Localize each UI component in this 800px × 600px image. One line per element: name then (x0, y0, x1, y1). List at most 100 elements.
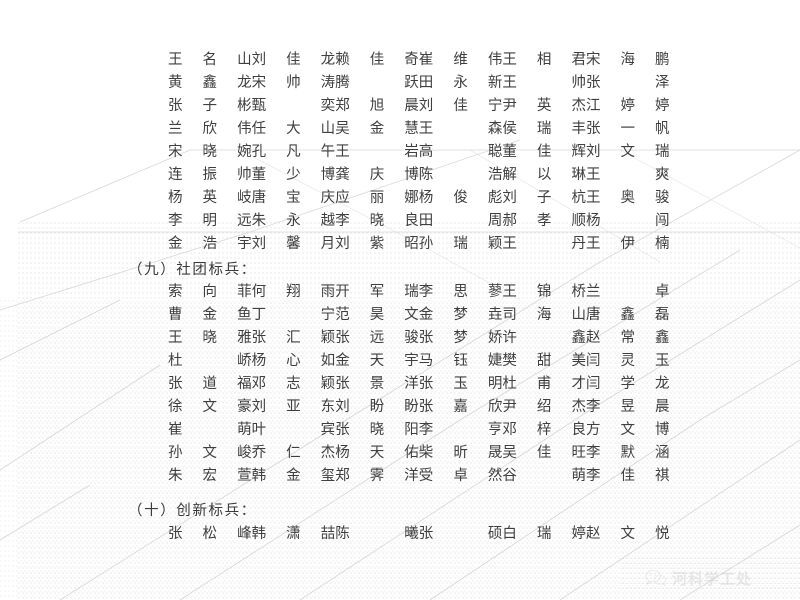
name-cell: 王丹 (502, 236, 586, 252)
name-cell: 闫灵玉 (585, 353, 670, 369)
name-cell: 曹金鱼 (168, 307, 252, 323)
name-cell: 郑霁洋 (335, 468, 419, 484)
table-row: 王晓雅 张汇颖 张远骏 张梦娇 许鑫 赵常鑫 (168, 326, 670, 347)
name-cell: 崔维伟 (418, 52, 503, 68)
name-cell: 方文博 (585, 422, 670, 438)
name-cell: 韩金玺 (251, 468, 336, 484)
name-cell: 孙文峻 (168, 445, 252, 461)
name-cell: 郑旭晨 (335, 98, 419, 114)
name-cell: 宋海鹏 (585, 52, 670, 68)
name-cell: 王奥骏 (585, 190, 670, 206)
name-cell: 韩潇喆 (251, 526, 336, 542)
name-cell: 刘文瑞 (585, 144, 670, 160)
name-cell: 孔凡午 (251, 144, 336, 160)
name-cell: 张硕 (418, 526, 503, 542)
name-cell: 司海山 (502, 307, 586, 323)
table-row: 崔萌 叶宾 张晓阳 李亨 邓梓良 方文博 (168, 418, 670, 439)
name-cell: 龚庆博 (335, 167, 419, 183)
name-cell: 张晓阳 (335, 422, 419, 438)
name-cell: 尹英杰 (502, 98, 586, 114)
name-cell: 金浩宇 (168, 236, 252, 252)
name-cell: 刘馨月 (251, 236, 336, 252)
name-cell: 邓梓良 (502, 422, 586, 438)
table-row: 黄鑫龙 宋帅涛 腾跃 田永新 王帅 张泽 (168, 71, 670, 92)
name-cell: 开军瑞 (335, 284, 419, 300)
name-cell: 张景洋 (335, 376, 419, 392)
name-cell: 谷萌 (502, 468, 586, 484)
section-heading-chuangxin: （十）创新标兵： (128, 503, 257, 519)
name-cell: 甄奕 (251, 98, 336, 114)
name-cell: 张梦娇 (418, 330, 503, 346)
table-row: 杜峤 杨心如 金天宇 马钰婕 樊甜美 闫灵玉 (168, 349, 670, 370)
name-cell: 邓志颖 (251, 376, 336, 392)
name-cell: 王森 (418, 121, 503, 137)
name-cell: 徐文豪 (168, 399, 252, 415)
name-cell: 应丽娜 (335, 190, 419, 206)
name-cell: 田永新 (418, 75, 503, 91)
table-row: 宋晓婉 孔凡午 王岩 高聪 董佳辉 刘文瑞 (168, 140, 670, 161)
name-cell: 张松峰 (168, 526, 252, 542)
name-cell: 王爽 (585, 167, 670, 183)
table-row: 张松峰 韩潇喆 陈曦 张硕 白瑞婷 赵文悦 (168, 522, 670, 543)
name-cell: 杨天佑 (335, 445, 419, 461)
name-cell: 杨俊彪 (418, 190, 503, 206)
name-cell: 李佳祺 (585, 468, 670, 484)
name-cell: 张远骏 (335, 330, 419, 346)
name-cell: 许鑫 (502, 330, 586, 346)
name-cell: 金梦垚 (418, 307, 503, 323)
name-cell: 连振帅 (168, 167, 252, 183)
name-cell: 刘亚东 (251, 399, 336, 415)
name-cell: 朱宏萱 (168, 468, 252, 484)
name-cell: 马钰婕 (418, 353, 503, 369)
table-row: 连振帅 董少博 龚庆博 陈浩 解以琳 王爽 (168, 163, 670, 184)
name-cell: 任大山 (251, 121, 336, 137)
table-row: 张道福 邓志颖 张景洋 张玉明 杜甫才 闫学龙 (168, 372, 670, 393)
name-cell: 丁宁 (251, 307, 336, 323)
name-cell: 陈浩 (418, 167, 503, 183)
name-cell: 宋帅涛 (251, 75, 336, 91)
name-cell: 张道福 (168, 376, 252, 392)
name-cell: 王帅 (502, 75, 586, 91)
name-cell: 董少博 (251, 167, 336, 183)
name-cell: 杨闯 (585, 213, 670, 229)
name-cell: 李默涵 (585, 445, 670, 461)
name-cell: 刘子杭 (502, 190, 586, 206)
name-cell: 王晓雅 (168, 330, 252, 346)
table-row: 王名山 刘佳龙 赖佳奇 崔维伟 王相君 宋海鹏 (168, 48, 670, 69)
name-cell: 王伊楠 (585, 236, 670, 252)
name-cell: 宋晓婉 (168, 144, 252, 160)
name-cell: 吴金慧 (335, 121, 419, 137)
name-cell: 张泽 (585, 75, 670, 91)
name-cell: 张子彬 (168, 98, 252, 114)
name-cell: 刘盼盼 (335, 399, 419, 415)
name-cell: 杜甫才 (502, 376, 586, 392)
name-cell: 兰欣伟 (168, 121, 252, 137)
name-cell: 兰卓 (585, 284, 670, 300)
name-cell: 郝孝顺 (502, 213, 586, 229)
name-cell: 田周 (418, 213, 503, 229)
name-cell: 崔萌 (168, 422, 252, 438)
table-row: 索向菲 何翔雨 开军瑞 李思蓼 王锦桥 兰卓 (168, 280, 670, 301)
table-row: 曹金鱼 丁宁 范昊文 金梦垚 司海山 唐鑫磊 (168, 303, 670, 324)
name-cell: 刘紫昭 (335, 236, 419, 252)
name-cell: 何翔雨 (251, 284, 336, 300)
name-cell: 李晓良 (335, 213, 419, 229)
table-row: 金浩宇 刘馨月 刘紫昭 孙瑞颖 王丹 王伊楠 (168, 232, 670, 253)
name-cell: 张嘉欣 (418, 399, 503, 415)
document-page: 王名山 刘佳龙 赖佳奇 崔维伟 王相君 宋海鹏 黄鑫龙 宋帅涛 腾跃 田永新 王… (0, 0, 800, 600)
name-cell: 孙瑞颖 (418, 236, 503, 252)
name-cell: 董佳辉 (502, 144, 586, 160)
name-cell: 张一帆 (585, 121, 670, 137)
name-cell: 张玉明 (418, 376, 503, 392)
name-cell: 腾跃 (335, 75, 419, 91)
name-cell: 李明远 (168, 213, 252, 229)
table-row: 徐文豪 刘亚东 刘盼盼 张嘉欣 尹绍杰 李昱晨 (168, 395, 670, 416)
name-cell: 索向菲 (168, 284, 252, 300)
name-cell: 刘佳宁 (418, 98, 503, 114)
name-cell: 白瑞婷 (502, 526, 586, 542)
name-cell: 唐鑫磊 (585, 307, 670, 323)
name-cell: 乔仁杰 (251, 445, 336, 461)
name-cell: 陈曦 (335, 526, 419, 542)
name-cell: 刘佳龙 (251, 52, 336, 68)
name-cell: 王岩 (335, 144, 419, 160)
